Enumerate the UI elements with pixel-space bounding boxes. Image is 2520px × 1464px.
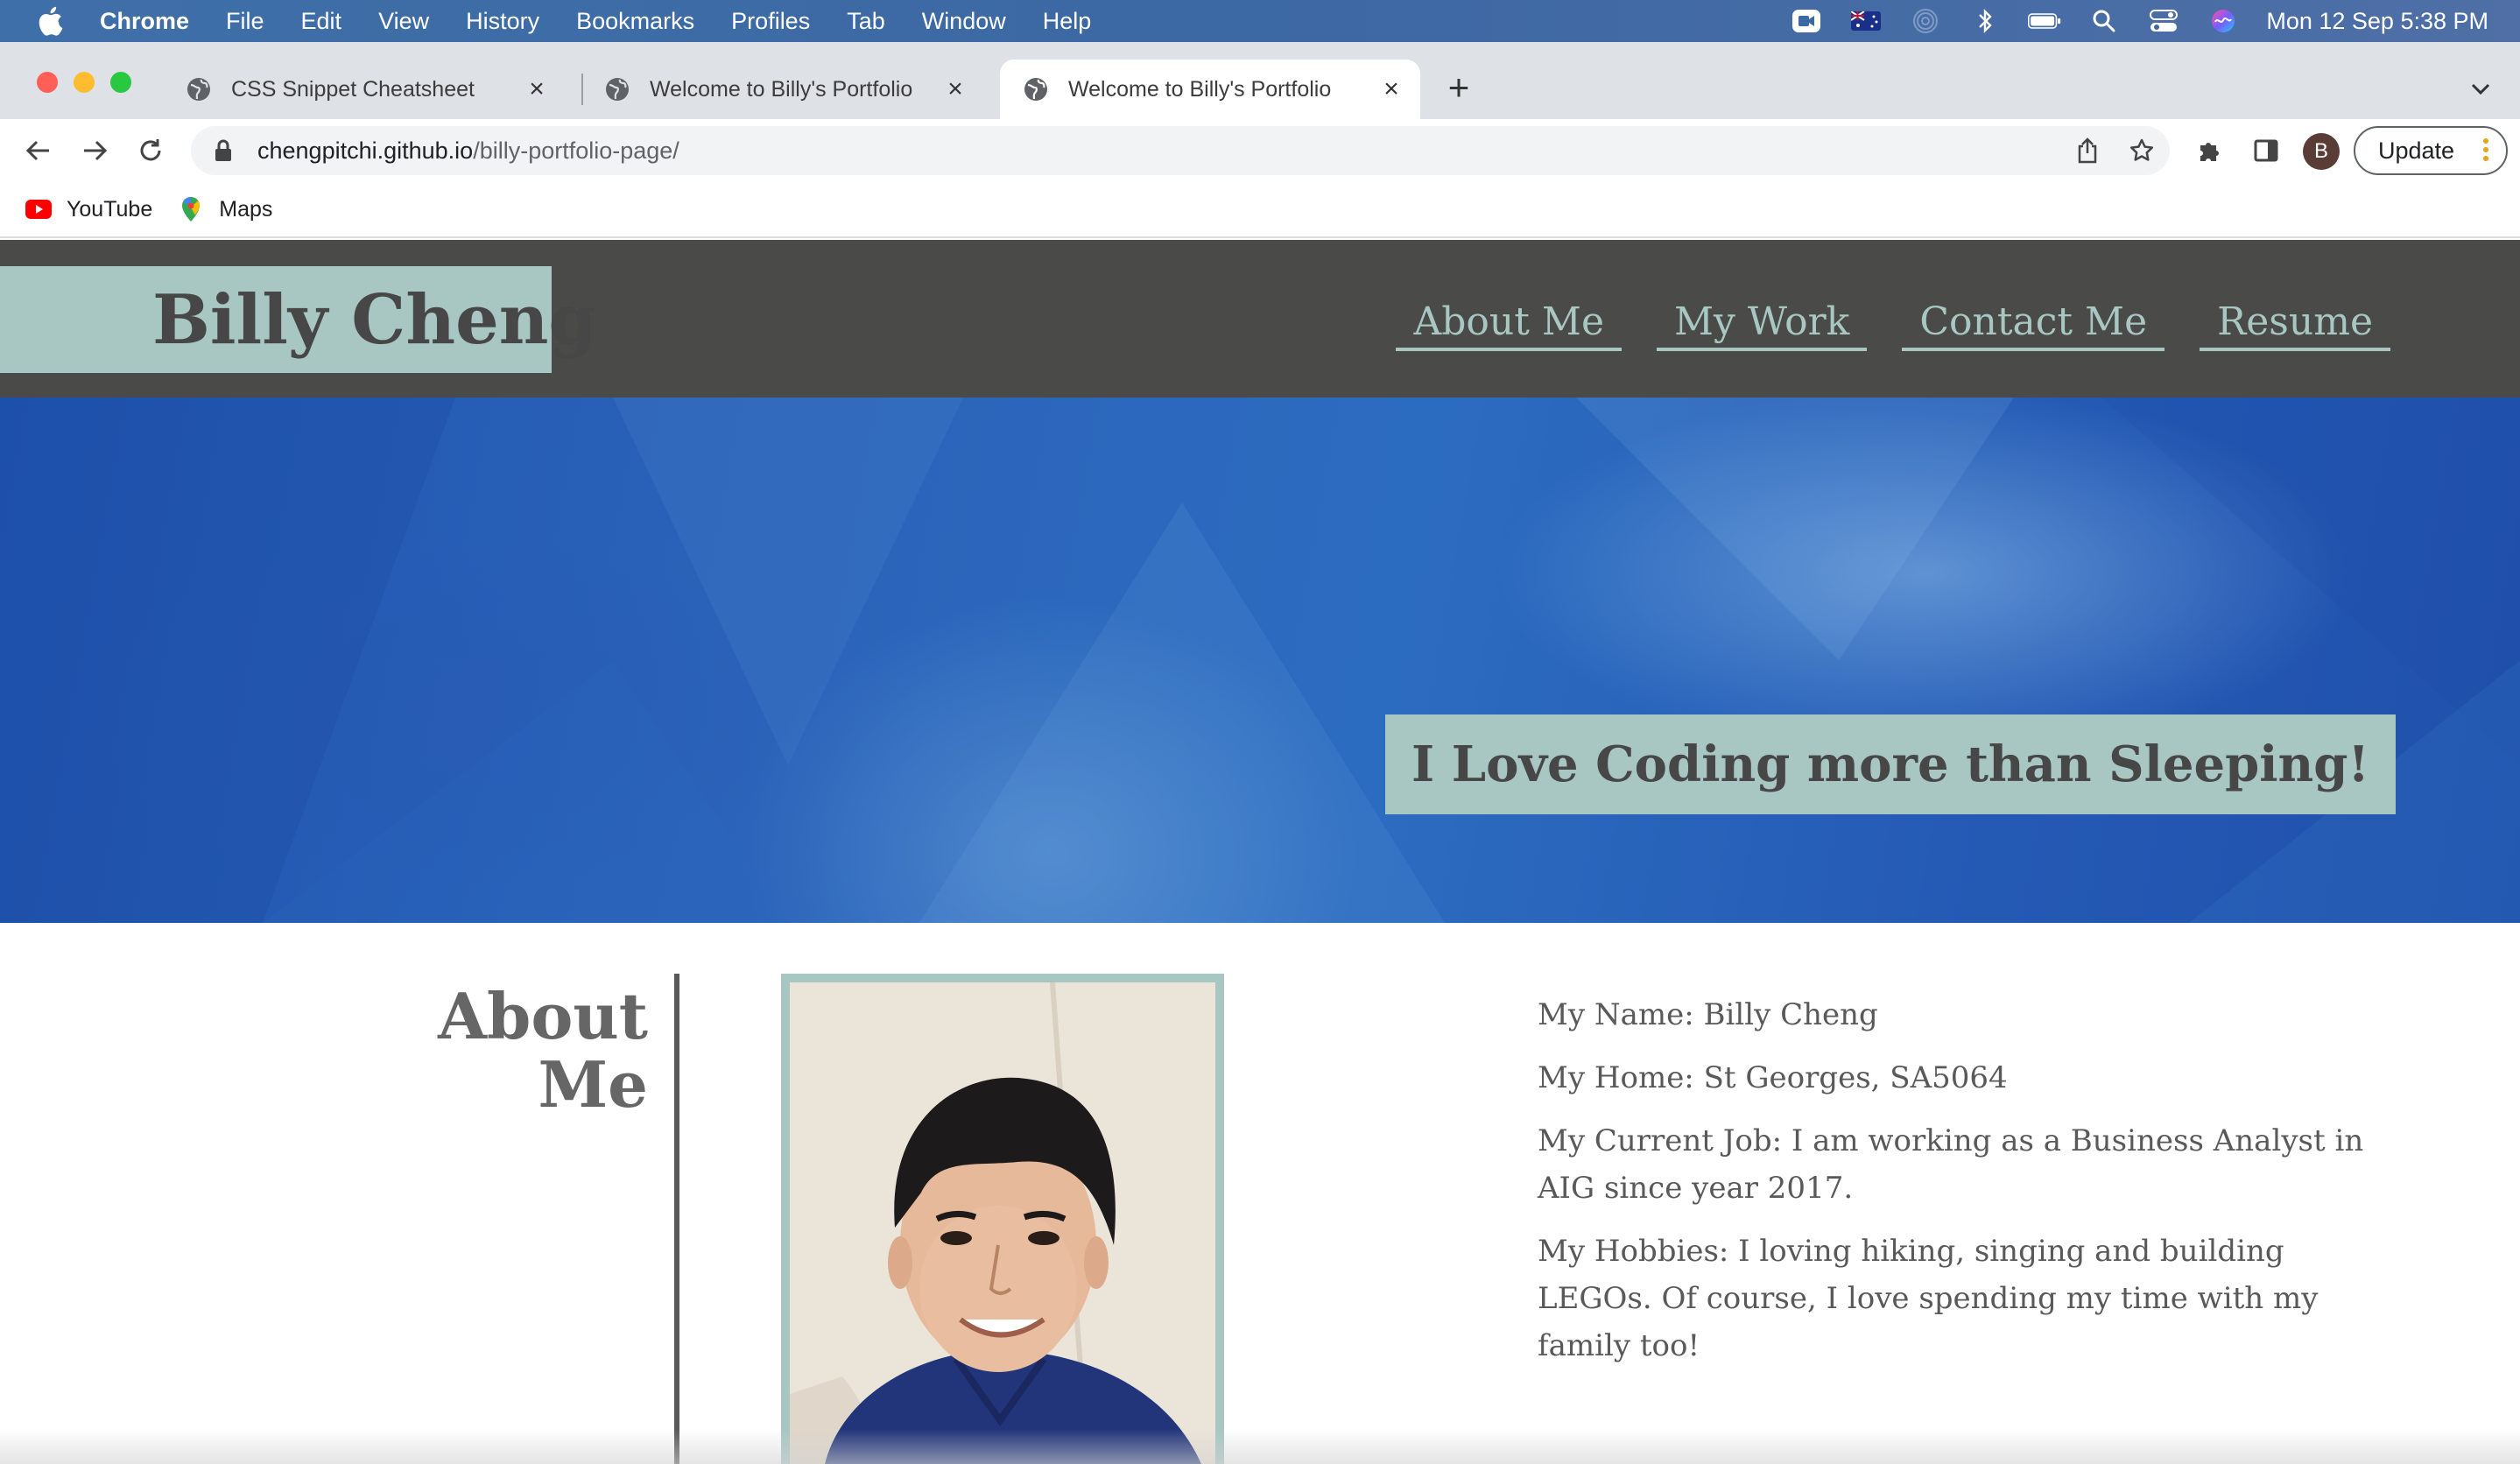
url-text[interactable]: chengpitchi.github.io/billy-portfolio-pa… — [257, 137, 679, 165]
siri-icon[interactable] — [2207, 8, 2240, 34]
address-bar[interactable]: chengpitchi.github.io/billy-portfolio-pa… — [191, 126, 2170, 175]
extensions-puzzle-icon[interactable] — [2193, 133, 2228, 168]
window-controls — [37, 72, 131, 93]
close-window-button[interactable] — [37, 72, 58, 93]
macos-menu-bar: Chrome File Edit View History Bookmarks … — [0, 0, 2520, 42]
page-bottom-shadow — [0, 1429, 2520, 1464]
menu-history[interactable]: History — [466, 8, 539, 35]
hero-background-pattern — [0, 398, 2520, 923]
australia-flag-icon[interactable] — [1849, 8, 1883, 34]
youtube-icon — [25, 197, 53, 222]
bookmark-maps[interactable]: Maps — [177, 197, 272, 222]
globe-icon — [1023, 76, 1049, 102]
globe-icon — [604, 76, 630, 102]
profile-avatar[interactable]: B — [2303, 133, 2340, 170]
tab-billys-portfolio-active[interactable]: Welcome to Billy's Portfolio × — [1000, 60, 1420, 119]
airdrop-icon[interactable] — [1909, 8, 1942, 34]
about-heading-line2: Me — [538, 1047, 648, 1122]
menu-tab[interactable]: Tab — [847, 8, 885, 35]
bookmark-label: YouTube — [67, 196, 153, 222]
tab-title: Welcome to Billy's Portfolio — [650, 76, 913, 102]
site-brand[interactable]: Billy Cheng — [0, 266, 596, 373]
menu-file[interactable]: File — [226, 8, 264, 35]
back-button[interactable] — [19, 131, 58, 170]
forward-button[interactable] — [75, 131, 114, 170]
hero-tagline: I Love Coding more than Sleeping! — [1385, 714, 2396, 814]
bookmark-youtube[interactable]: YouTube — [25, 197, 152, 222]
menu-bar-clock[interactable]: Mon 12 Sep 5:38 PM — [2266, 8, 2488, 35]
globe-icon — [186, 76, 212, 102]
nav-resume[interactable]: Resume — [2200, 299, 2390, 351]
menu-window[interactable]: Window — [922, 8, 1006, 35]
close-tab-icon[interactable]: × — [940, 74, 970, 104]
lock-icon[interactable] — [210, 137, 236, 164]
about-current-job: My Current Job: I am working as a Busine… — [1538, 1123, 2364, 1206]
menu-help[interactable]: Help — [1043, 8, 1092, 35]
new-tab-button[interactable]: + — [1441, 67, 1476, 108]
video-camera-icon[interactable] — [1790, 8, 1823, 34]
share-icon[interactable] — [2072, 135, 2103, 166]
bluetooth-icon[interactable] — [1968, 8, 2002, 34]
about-hobbies: My Hobbies: I loving hiking, singing and… — [1538, 1234, 2319, 1363]
maps-icon — [177, 197, 205, 222]
fullscreen-window-button[interactable] — [110, 72, 131, 93]
spotlight-search-icon[interactable] — [2087, 8, 2121, 34]
browser-tab-strip: CSS Snippet Cheatsheet × Welcome to Bill… — [0, 42, 2520, 119]
bookmark-label: Maps — [219, 196, 273, 222]
update-button-label: Update — [2378, 137, 2455, 164]
about-me-details: My Name: Billy Cheng My Home: St Georges… — [1538, 991, 2378, 1385]
web-page-viewport: Billy Cheng About Me My Work Contact Me … — [0, 240, 2520, 1464]
bookmarks-bar: YouTube Maps — [0, 182, 2520, 238]
menu-edit[interactable]: Edit — [301, 8, 342, 35]
about-section-divider — [674, 974, 679, 1464]
update-button[interactable]: Update — [2354, 126, 2508, 175]
nav-about-me[interactable]: About Me — [1396, 299, 1622, 351]
tab-css-snippet-cheatsheet[interactable]: CSS Snippet Cheatsheet × — [163, 60, 566, 119]
url-path: /billy-portfolio-page/ — [473, 137, 679, 164]
hero-banner: I Love Coding more than Sleeping! — [0, 398, 2520, 923]
profile-photo — [790, 982, 1215, 1464]
reload-button[interactable] — [131, 131, 170, 170]
close-tab-icon[interactable]: × — [522, 74, 552, 104]
about-me-heading: About Me — [333, 982, 648, 1119]
menu-profiles[interactable]: Profiles — [731, 8, 810, 35]
menu-app-name[interactable]: Chrome — [100, 8, 189, 35]
menu-view[interactable]: View — [378, 8, 429, 35]
tab-search-chevron-icon[interactable] — [2466, 74, 2495, 103]
bookmark-star-icon[interactable] — [2126, 135, 2157, 166]
browser-toolbar: chengpitchi.github.io/billy-portfolio-pa… — [0, 119, 2520, 182]
profile-photo-illustration — [790, 982, 1215, 1464]
about-name: My Name: Billy Cheng — [1538, 997, 1878, 1032]
site-nav: About Me My Work Contact Me Resume — [1396, 299, 2390, 351]
side-panel-icon[interactable] — [2249, 133, 2284, 168]
about-heading-line1: About — [438, 979, 648, 1053]
minimize-window-button[interactable] — [74, 72, 95, 93]
menu-bookmarks[interactable]: Bookmarks — [576, 8, 694, 35]
tab-billys-portfolio-1[interactable]: Welcome to Billy's Portfolio × — [581, 60, 984, 119]
control-center-icon[interactable] — [2147, 8, 2180, 34]
tab-title: CSS Snippet Cheatsheet — [231, 76, 475, 102]
nav-contact-me[interactable]: Contact Me — [1902, 299, 2165, 351]
about-home: My Home: St Georges, SA5064 — [1538, 1060, 2008, 1095]
menu-bar-status-area: Mon 12 Sep 5:38 PM — [1790, 0, 2488, 42]
url-host: chengpitchi.github.io — [257, 137, 474, 164]
more-menu-icon[interactable] — [2483, 138, 2490, 161]
profile-photo-frame — [781, 974, 1224, 1464]
tab-title: Welcome to Billy's Portfolio — [1068, 76, 1332, 102]
nav-my-work[interactable]: My Work — [1657, 299, 1868, 351]
battery-icon[interactable] — [2028, 8, 2061, 34]
close-tab-icon[interactable]: × — [1376, 74, 1406, 104]
site-header: Billy Cheng About Me My Work Contact Me … — [0, 240, 2520, 398]
apple-icon[interactable] — [35, 6, 65, 36]
